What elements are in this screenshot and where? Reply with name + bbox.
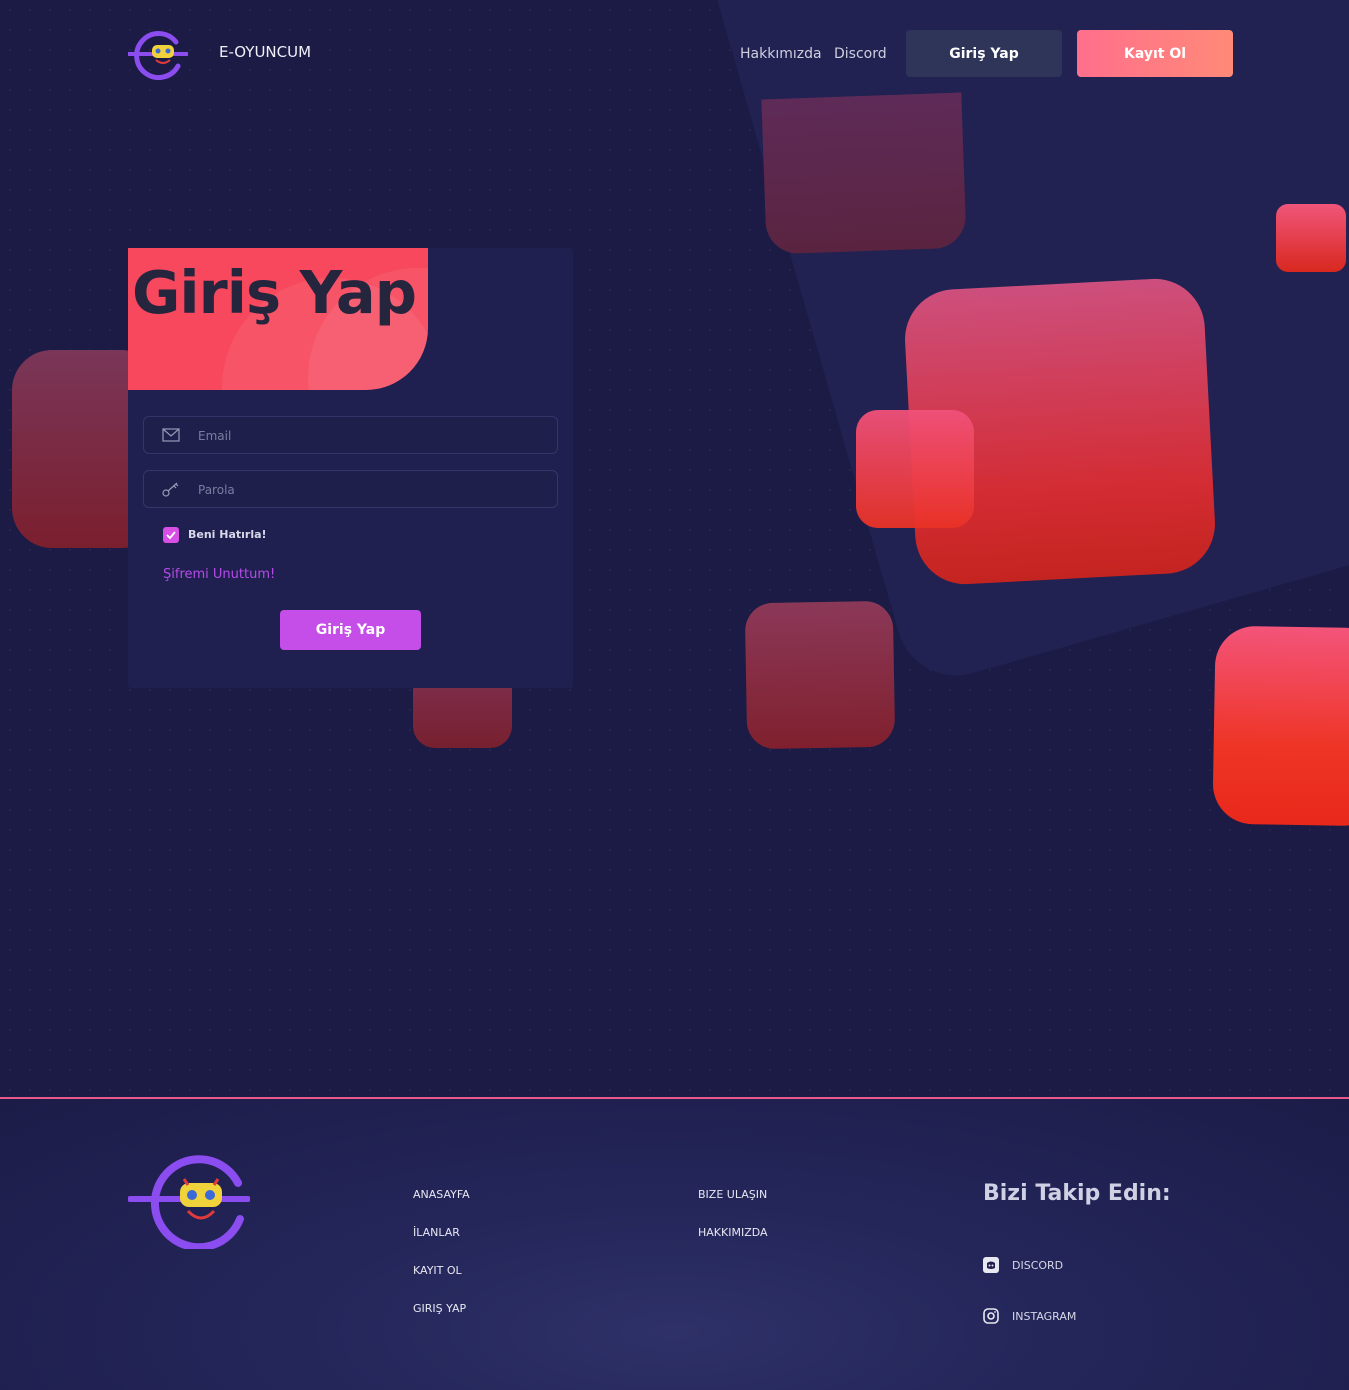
follow-title: Bizi Takip Edin: xyxy=(983,1181,1171,1206)
email-input[interactable] xyxy=(196,417,540,455)
decorative-cube xyxy=(1212,625,1349,827)
remember-label[interactable]: Beni Hatırla! xyxy=(188,528,267,541)
nav-link-discord[interactable]: Discord xyxy=(834,46,887,62)
decorative-cube xyxy=(744,600,896,750)
footer-link-contact[interactable]: BIZE ULAŞIN xyxy=(698,1188,767,1201)
social-label-instagram: INSTAGRAM xyxy=(1012,1309,1077,1323)
submit-login-button[interactable]: Giriş Yap xyxy=(280,610,421,650)
navbar: E-OYUNCUM Hakkımızda Discord Giriş Yap K… xyxy=(0,0,1349,96)
footer-logo-icon[interactable] xyxy=(128,1149,250,1249)
footer-link-about[interactable]: HAKKIMIZDA xyxy=(698,1226,768,1239)
footer: ANASAYFA İLANLAR KAYIT OL GIRIŞ YAP BIZE… xyxy=(0,1097,1349,1390)
mail-icon xyxy=(162,428,180,442)
email-field[interactable] xyxy=(143,416,558,455)
footer-link-home[interactable]: ANASAYFA xyxy=(413,1188,470,1201)
register-button[interactable]: Kayıt Ol xyxy=(1077,30,1233,77)
footer-link-listings[interactable]: İLANLAR xyxy=(413,1226,460,1239)
discord-icon xyxy=(983,1257,999,1273)
login-title: Giriş Yap xyxy=(132,258,417,327)
login-card: Giriş Yap Beni Hatırla! Şifremi Unuttum!… xyxy=(128,248,573,688)
footer-link-register[interactable]: KAYIT OL xyxy=(413,1264,462,1277)
login-button[interactable]: Giriş Yap xyxy=(906,30,1062,77)
password-field[interactable] xyxy=(143,470,558,509)
remember-checkbox[interactable] xyxy=(163,527,179,543)
forgot-password-link[interactable]: Şifremi Unuttum! xyxy=(163,567,275,582)
decorative-cube xyxy=(1276,204,1346,272)
logo-icon[interactable] xyxy=(128,28,188,80)
login-card-header: Giriş Yap xyxy=(128,248,428,390)
password-input[interactable] xyxy=(196,471,540,509)
decorative-cube xyxy=(761,92,967,255)
brand-name[interactable]: E-OYUNCUM xyxy=(219,43,311,61)
key-icon xyxy=(162,482,179,497)
checkmark-icon xyxy=(166,531,176,540)
footer-link-login[interactable]: GIRIŞ YAP xyxy=(413,1302,466,1315)
nav-link-about[interactable]: Hakkımızda xyxy=(740,46,822,62)
decorative-cube xyxy=(856,410,974,528)
social-link-instagram[interactable]: INSTAGRAM xyxy=(983,1308,1076,1324)
social-label-discord: DISCORD xyxy=(1012,1258,1064,1272)
instagram-icon xyxy=(983,1308,999,1324)
social-link-discord[interactable]: DISCORD xyxy=(983,1257,1063,1273)
